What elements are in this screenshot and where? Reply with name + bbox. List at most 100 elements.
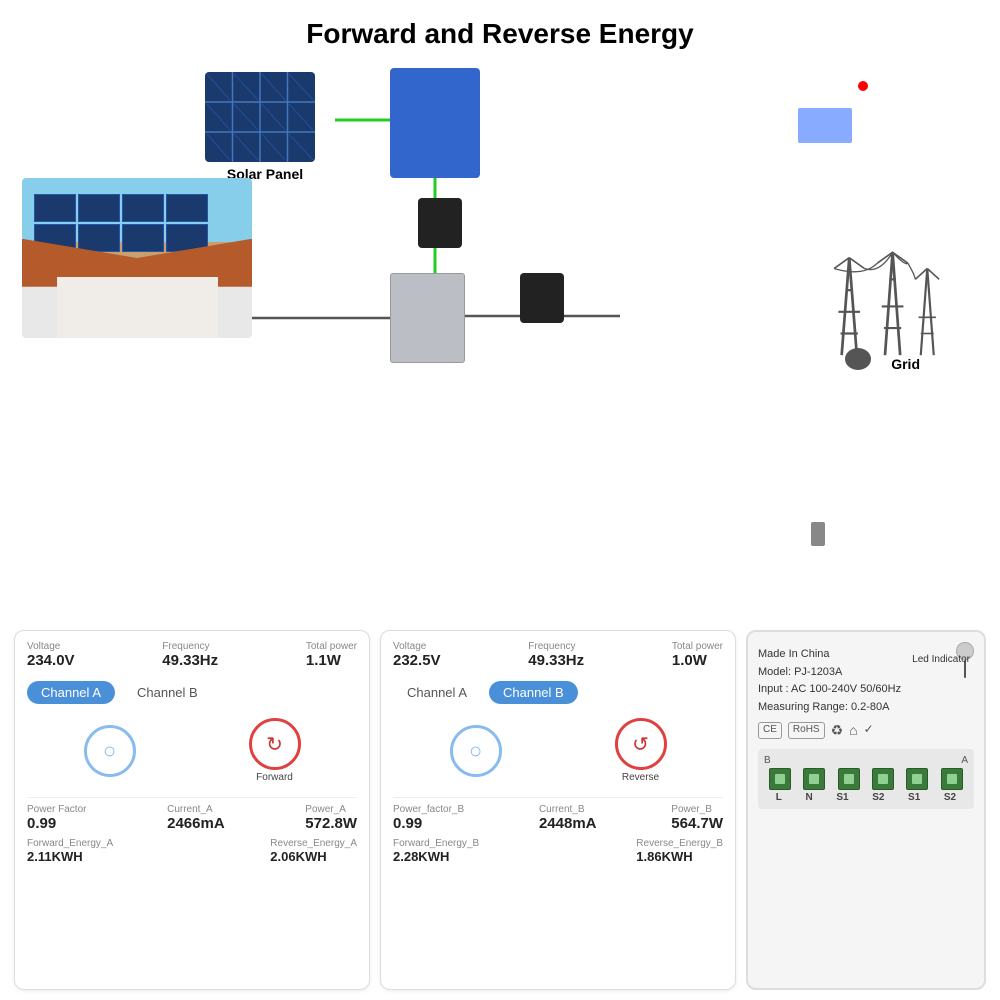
channel-b-reverse-label: Reverse	[622, 772, 659, 783]
inverter-red-dot	[858, 81, 868, 91]
channel-b-circles: ○ ↺ Reverse	[393, 718, 723, 783]
terminal-ab-labels: B A	[764, 755, 968, 766]
device-info-line4: Measuring Range: 0.2-80A	[758, 699, 974, 717]
terminal-pin-S1b	[838, 768, 860, 790]
check-icon: ✓	[864, 722, 874, 739]
terminal-pin-S2a	[941, 768, 963, 790]
bottom-section: Voltage 234.0V Frequency 49.33Hz Total p…	[0, 620, 1000, 1000]
channel-b-voltage-label: Voltage	[393, 641, 426, 652]
reverse-icon: ↺	[632, 732, 649, 757]
channel-b-circle-reverse: ↺	[615, 718, 667, 770]
grid-icon	[825, 236, 945, 366]
dist-box-handle	[811, 522, 825, 546]
channel-a-power-label: Power_A	[305, 804, 346, 815]
channel-a-metrics-row: Power Factor 0.99 Current_A 2466mA Power…	[27, 804, 357, 832]
terminal-S2b-label: S2	[872, 792, 884, 803]
forward-icon: ↻	[266, 732, 283, 757]
roof-solar-panels	[34, 194, 241, 245]
channel-b-total-power-label: Total power	[672, 641, 723, 652]
inverter-screen	[798, 108, 852, 143]
grid-label: Grid	[891, 356, 920, 372]
channel-b-voltage-value: 232.5V	[393, 652, 441, 669]
terminal-L-label: L	[776, 792, 782, 803]
channel-a-circle-a-icon: ○	[103, 738, 116, 764]
channel-b-power-value: 564.7W	[671, 815, 723, 832]
channel-b-current-label: Current_B	[539, 804, 585, 815]
terminal-pins-row	[764, 768, 968, 790]
channel-a-reverse-energy-label: Reverse_Energy_A	[270, 838, 357, 849]
terminal-pin-N	[803, 768, 825, 790]
channel-b-voltage: Voltage 232.5V	[393, 641, 441, 669]
channel-b-circle-a-icon: ○	[469, 738, 482, 764]
channel-b-power: Power_B 564.7W	[671, 804, 723, 832]
terminal-a-label: A	[961, 755, 968, 766]
terminal-b-label: B	[764, 755, 771, 766]
distribution-box	[390, 273, 465, 363]
channel-b-current-value: 2448mA	[539, 815, 597, 832]
channel-b-forward-energy: Forward_Energy_B 2.28KWH	[393, 838, 479, 864]
channel-a-pf: Power Factor 0.99	[27, 804, 86, 832]
channel-a-power-value: 572.8W	[305, 815, 357, 832]
terminal-spacer	[771, 755, 962, 766]
ce-badge: CE	[758, 722, 782, 739]
channel-a-top-metrics: Voltage 234.0V Frequency 49.33Hz Total p…	[27, 641, 357, 669]
channel-a-circle-a-wrapper: ○	[84, 725, 136, 777]
channel-a-tab-b[interactable]: Channel B	[123, 681, 212, 704]
channel-b-frequency-label: Frequency	[528, 641, 575, 652]
terminal-S1a-label: S1	[908, 792, 920, 803]
channel-a-energy-row: Forward_Energy_A 2.11KWH Reverse_Energy_…	[27, 838, 357, 864]
terminal-N-label: N	[806, 792, 813, 803]
device-certifications: CE RoHS ♻ ⌂ ✓	[758, 722, 974, 739]
channel-a-forward-energy-value: 2.11KWH	[27, 849, 83, 864]
solar-panel-icon	[205, 72, 320, 167]
channel-a-pf-label: Power Factor	[27, 804, 86, 815]
channel-b-top-metrics: Voltage 232.5V Frequency 49.33Hz Total p…	[393, 641, 723, 669]
ct-clamp-right	[520, 273, 564, 323]
channel-a-forward-energy-label: Forward_Energy_A	[27, 838, 113, 849]
channel-b-total-power: Total power 1.0W	[672, 641, 723, 669]
terminal-pin-S1a	[906, 768, 928, 790]
channel-a-power: Power_A 572.8W	[305, 804, 357, 832]
channel-b-metrics-row: Power_factor_B 0.99 Current_B 2448mA Pow…	[393, 804, 723, 832]
channel-a-circle-forward: ↻	[249, 718, 301, 770]
diagram-area: Solar Panel	[0, 58, 1000, 418]
house-wall	[57, 277, 218, 338]
channel-a-circles: ○ ↻ Forward	[27, 718, 357, 783]
channel-a-pf-value: 0.99	[27, 815, 56, 832]
channel-b-circle-a-wrapper: ○	[450, 725, 502, 777]
channel-a-voltage-value: 234.0V	[27, 652, 75, 669]
terminal-pin-S2b	[872, 768, 894, 790]
terminal-S2a-label: S2	[944, 792, 956, 803]
channel-a-voltage-label: Voltage	[27, 641, 60, 652]
terminal-pin-L	[769, 768, 791, 790]
channel-b-forward-energy-label: Forward_Energy_B	[393, 838, 479, 849]
terminal-block: B A L N S1 S2 S1 S2	[758, 749, 974, 809]
channel-b-power-label: Power_B	[671, 804, 712, 815]
channel-a-total-power-label: Total power	[306, 641, 357, 652]
channel-a-circle-b-wrapper: ↻ Forward	[249, 718, 301, 783]
channel-a-card: Voltage 234.0V Frequency 49.33Hz Total p…	[14, 630, 370, 990]
channel-b-energy-row: Forward_Energy_B 2.28KWH Reverse_Energy_…	[393, 838, 723, 864]
device-info-line2: Model: PJ-1203A	[758, 664, 974, 682]
device-led-label: Led Indicator	[912, 654, 970, 665]
channel-b-tab-b[interactable]: Channel B	[489, 681, 578, 704]
channel-a-tab-a[interactable]: Channel A	[27, 681, 115, 704]
channel-b-current: Current_B 2448mA	[539, 804, 597, 832]
channel-b-reverse-energy-value: 1.86KWH	[636, 849, 692, 864]
rohs-badge: RoHS	[788, 722, 825, 739]
channel-a-voltage: Voltage 234.0V	[27, 641, 75, 669]
channel-b-reverse-energy-label: Reverse_Energy_B	[636, 838, 723, 849]
device-info-line3: Input : AC 100-240V 50/60Hz	[758, 681, 974, 699]
channel-b-tab-a[interactable]: Channel A	[393, 681, 481, 704]
channel-a-current-value: 2466mA	[167, 815, 225, 832]
channel-a-current-label: Current_A	[167, 804, 213, 815]
channel-b-card: Voltage 232.5V Frequency 49.33Hz Total p…	[380, 630, 736, 990]
channel-b-frequency-value: 49.33Hz	[528, 652, 584, 669]
channel-b-forward-energy-value: 2.28KWH	[393, 849, 449, 864]
terminal-pin-labels: L N S1 S2 S1 S2	[764, 792, 968, 803]
channel-a-frequency: Frequency 49.33Hz	[162, 641, 218, 669]
page-title: Forward and Reverse Energy	[0, 0, 1000, 58]
channel-b-circle-a: ○	[450, 725, 502, 777]
channel-a-bottom-metrics: Power Factor 0.99 Current_A 2466mA Power…	[27, 797, 357, 864]
home-icon: ⌂	[849, 722, 857, 739]
